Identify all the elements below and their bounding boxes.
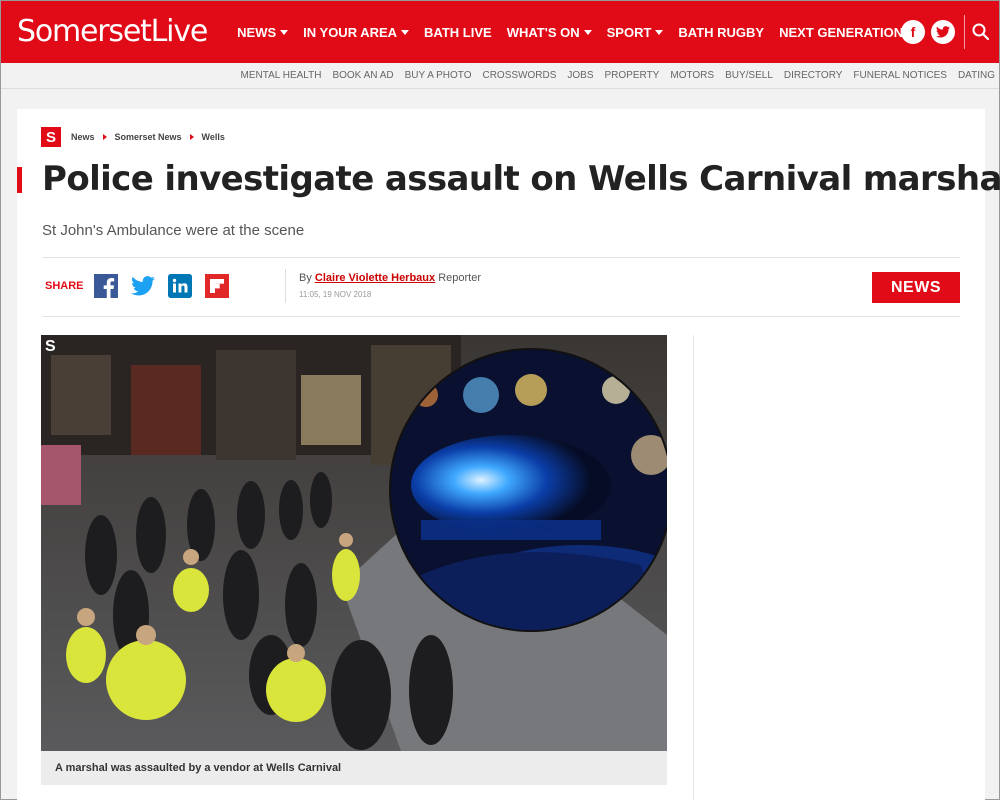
- linkedin-icon[interactable]: [167, 274, 192, 298]
- subnav-funeral-notices[interactable]: FUNERAL NOTICES: [853, 70, 947, 81]
- chevron-down-icon: [280, 29, 289, 35]
- article-card: S News Somerset News Wells Police invest…: [17, 109, 1000, 800]
- title-accent-bar: [17, 167, 22, 193]
- subnav-motors[interactable]: MOTORS: [670, 70, 714, 81]
- breadcrumb-arrow-icon: [102, 134, 107, 140]
- subnav-property[interactable]: PROPERTY: [605, 70, 660, 81]
- chevron-down-icon: [583, 29, 592, 35]
- article-hero-image[interactable]: S: [41, 335, 667, 751]
- logo-text-light: Live: [150, 14, 209, 49]
- subnav-crosswords[interactable]: CROSSWORDS: [482, 70, 556, 81]
- article-title: Police investigate assault on Wells Carn…: [42, 159, 1000, 199]
- logo-text-bold: Somerset: [17, 14, 152, 49]
- article-subtitle: St John's Ambulance were at the scene: [42, 222, 305, 239]
- subnav-mental-health[interactable]: MENTAL HEALTH: [241, 70, 322, 81]
- twitter-icon[interactable]: [931, 20, 955, 44]
- breadcrumb-somerset-news[interactable]: Somerset News: [115, 132, 182, 142]
- nav-label: IN YOUR AREA: [303, 24, 398, 40]
- author-link[interactable]: Claire Violette Herbaux: [315, 272, 435, 284]
- search-divider: [964, 15, 965, 49]
- nav-label: SPORT: [606, 24, 652, 40]
- nav-label: NEXT GENERATION: [779, 24, 904, 40]
- author-role: Reporter: [438, 272, 481, 284]
- secondary-nav: MENTAL HEALTH BOOK AN AD BUY A PHOTO CRO…: [1, 63, 999, 89]
- facebook-icon[interactable]: f: [901, 20, 925, 44]
- twitter-icon[interactable]: [130, 274, 155, 298]
- divider: [42, 316, 960, 317]
- subnav-buy-sell[interactable]: BUY/SELL: [725, 70, 773, 81]
- nav-label: WHAT'S ON: [506, 24, 580, 40]
- publish-date: 11:05, 19 NOV 2018: [299, 290, 372, 299]
- nav-item-next-generation[interactable]: NEXT GENERATION: [779, 25, 903, 40]
- share-bar: SHARE: [45, 274, 242, 298]
- facebook-icon[interactable]: [93, 274, 118, 298]
- main-nav: NEWS IN YOUR AREA BATH LIVE WHAT'S ON SP…: [237, 25, 918, 40]
- divider: [42, 257, 960, 258]
- nav-label: BATH LIVE: [424, 24, 492, 40]
- nav-item-sport[interactable]: SPORT: [607, 25, 664, 40]
- nav-label: BATH RUGBY: [678, 24, 765, 40]
- nav-item-in-your-area[interactable]: IN YOUR AREA: [303, 24, 410, 40]
- subnav-directory[interactable]: DIRECTORY: [784, 70, 843, 81]
- breadcrumb-wells[interactable]: Wells: [202, 132, 225, 142]
- social-links: f: [895, 20, 955, 44]
- nav-item-news[interactable]: NEWS: [237, 24, 289, 40]
- chevron-down-icon: [655, 29, 664, 35]
- top-navigation-bar: SomersetLive NEWS IN YOUR AREA BATH LIVE…: [1, 1, 999, 63]
- breadcrumb-arrow-icon: [189, 134, 194, 140]
- category-badge[interactable]: NEWS: [872, 272, 960, 303]
- subnav-jobs[interactable]: JOBS: [567, 70, 593, 81]
- subnav-dating[interactable]: DATING: [958, 70, 995, 81]
- search-icon[interactable]: [971, 22, 991, 42]
- byline-divider: [285, 269, 286, 303]
- sidebar-divider: [693, 335, 694, 800]
- byline: By Claire Violette Herbaux Reporter: [299, 272, 481, 284]
- nav-label: NEWS: [237, 24, 277, 40]
- share-label: SHARE: [45, 280, 84, 292]
- breadcrumb-news[interactable]: News: [71, 132, 95, 142]
- nav-item-bath-rugby[interactable]: BATH RUGBY: [678, 25, 764, 40]
- chevron-down-icon: [401, 29, 410, 35]
- flipboard-icon[interactable]: [204, 274, 229, 298]
- nav-item-bath-live[interactable]: BATH LIVE: [424, 25, 492, 40]
- subnav-buy-a-photo[interactable]: BUY A PHOTO: [405, 70, 472, 81]
- site-mark-icon[interactable]: S: [41, 127, 61, 147]
- subnav-book-an-ad[interactable]: BOOK AN AD: [332, 70, 393, 81]
- image-caption: A marshal was assaulted by a vendor at W…: [41, 751, 667, 785]
- breadcrumb: S News Somerset News Wells: [41, 127, 225, 147]
- byline-prefix: By: [299, 272, 312, 284]
- site-logo[interactable]: SomersetLive: [17, 14, 209, 49]
- photo-watermark: S: [45, 338, 56, 355]
- nav-item-whats-on[interactable]: WHAT'S ON: [507, 25, 592, 40]
